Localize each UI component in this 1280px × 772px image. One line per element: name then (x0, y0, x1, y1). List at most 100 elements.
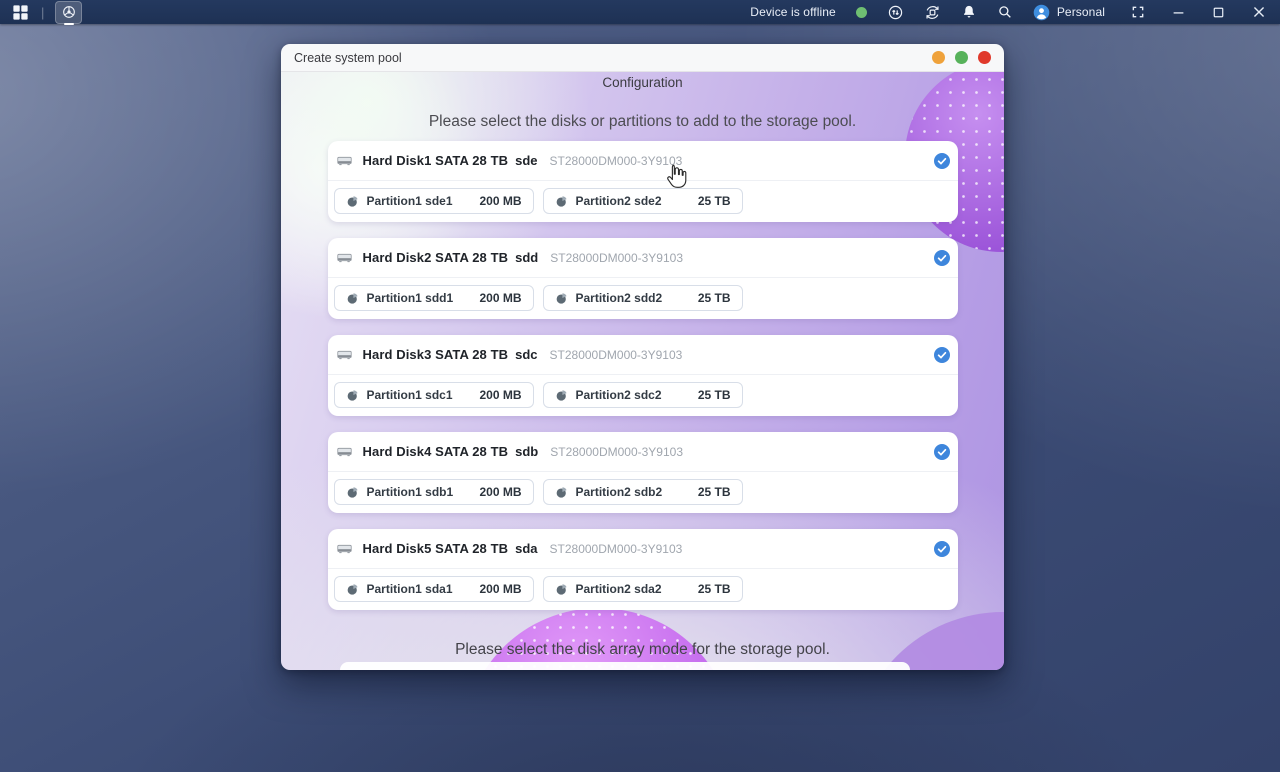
partition-pie-icon (346, 292, 359, 305)
partition-row: Partition1 sdb1 200 MB Partition2 sdb2 2… (328, 472, 958, 505)
taskbar-divider: | (41, 4, 45, 20)
partition-label: Partition2 sdd2 (575, 291, 663, 305)
partition-label: Partition2 sdb2 (575, 485, 663, 499)
window-title: Create system pool (294, 50, 402, 65)
disk-select-prompt: Please select the disks or partitions to… (428, 113, 857, 130)
selected-check-icon[interactable] (933, 540, 950, 557)
disk-card[interactable]: Hard Disk2 SATA 28 TB sdd ST28000DM000-3… (327, 238, 958, 319)
partition-size: 200 MB (479, 194, 522, 208)
partition-button[interactable]: Partition1 sdc1 200 MB (333, 382, 534, 408)
partition-pie-icon (555, 292, 568, 305)
partition-size: 200 MB (479, 582, 522, 596)
partition-button[interactable]: Partition1 sdd1 200 MB (333, 285, 534, 311)
storage-app-icon[interactable] (55, 0, 83, 25)
partition-pie-icon (346, 389, 359, 402)
status-green-dot-icon (855, 6, 867, 18)
partition-pie-icon (346, 195, 359, 208)
partition-pie-icon (555, 583, 568, 596)
disk-list: Hard Disk1 SATA 28 TB sde ST28000DM000-3… (327, 141, 958, 610)
partition-size: 25 TB (697, 485, 731, 499)
window-titlebar[interactable]: Create system pool (281, 44, 1004, 72)
partition-label: Partition1 sdd1 (366, 291, 454, 305)
partition-size: 25 TB (697, 388, 731, 402)
hard-disk-icon (336, 152, 353, 169)
partition-row: Partition1 sda1 200 MB Partition2 sda2 2… (328, 569, 958, 602)
hard-disk-icon (336, 540, 353, 557)
disk-device: sdd (515, 250, 539, 265)
partition-button[interactable]: Partition2 sdd2 25 TB (542, 285, 743, 311)
partition-button[interactable]: Partition1 sda1 200 MB (333, 576, 534, 602)
partition-row: Partition1 sde1 200 MB Partition2 sde2 2… (328, 181, 958, 214)
disk-device: sdc (515, 347, 538, 362)
fullscreen-icon[interactable] (1131, 5, 1145, 19)
partition-label: Partition1 sdc1 (366, 388, 453, 402)
sync-monitor-icon[interactable] (924, 4, 941, 21)
partition-button[interactable]: Partition2 sde2 25 TB (542, 188, 743, 214)
selected-check-icon[interactable] (933, 346, 950, 363)
disk-header: Hard Disk4 SATA 28 TB sdb ST28000DM000-3… (327, 432, 958, 472)
disk-model: ST28000DM000-3Y9103 (549, 347, 683, 362)
close-icon[interactable] (1252, 5, 1266, 19)
disk-card[interactable]: Hard Disk3 SATA 28 TB sdc ST28000DM000-3… (327, 335, 958, 416)
minimize-traffic-icon[interactable] (932, 51, 945, 64)
hard-disk-icon (336, 443, 353, 460)
partition-label: Partition2 sde2 (575, 194, 662, 208)
selected-check-icon[interactable] (933, 443, 950, 460)
active-app-indicator (63, 22, 74, 25)
taskbar: | Device is offline Personal (0, 0, 1280, 25)
disk-device: sde (515, 153, 538, 168)
partition-size: 200 MB (479, 388, 522, 402)
account-menu[interactable]: Personal (1033, 4, 1105, 21)
array-mode-prompt: Please select the disk array mode for th… (455, 641, 830, 658)
hard-disk-icon (336, 249, 353, 266)
partition-pie-icon (346, 583, 359, 596)
disk-model: ST28000DM000-3Y9103 (549, 153, 683, 168)
partition-button[interactable]: Partition2 sdb2 25 TB (542, 479, 743, 505)
disk-title: Hard Disk3 SATA 28 TB (362, 347, 509, 362)
partition-button[interactable]: Partition2 sdc2 25 TB (542, 382, 743, 408)
disk-title: Hard Disk1 SATA 28 TB (362, 153, 509, 168)
step-title: Configuration (602, 75, 683, 90)
disk-header: Hard Disk2 SATA 28 TB sdd ST28000DM000-3… (327, 238, 958, 278)
partition-label: Partition1 sdb1 (366, 485, 454, 499)
maximize-icon[interactable] (1212, 6, 1225, 19)
notifications-bell-icon[interactable] (961, 4, 977, 20)
partition-button[interactable]: Partition1 sdb1 200 MB (333, 479, 534, 505)
network-transfer-icon[interactable] (887, 4, 904, 21)
next-panel-peek (340, 662, 910, 670)
disk-model: ST28000DM000-3Y9103 (549, 541, 683, 556)
account-label: Personal (1056, 5, 1105, 19)
app-launcher-icon[interactable] (11, 3, 30, 22)
disk-card[interactable]: Hard Disk1 SATA 28 TB sde ST28000DM000-3… (327, 141, 958, 222)
partition-button[interactable]: Partition2 sda2 25 TB (542, 576, 743, 602)
disk-title: Hard Disk5 SATA 28 TB (362, 541, 509, 556)
partition-size: 25 TB (697, 194, 731, 208)
create-system-pool-window: Create system pool Configuration Please … (281, 44, 1004, 670)
disk-card[interactable]: Hard Disk5 SATA 28 TB sda ST28000DM000-3… (327, 529, 958, 610)
partition-size: 25 TB (697, 582, 731, 596)
partition-row: Partition1 sdc1 200 MB Partition2 sdc2 2… (328, 375, 958, 408)
disk-title: Hard Disk2 SATA 28 TB (362, 250, 509, 265)
selected-check-icon[interactable] (933, 152, 950, 169)
selected-check-icon[interactable] (933, 249, 950, 266)
disk-header: Hard Disk5 SATA 28 TB sda ST28000DM000-3… (327, 529, 958, 569)
disk-device: sda (515, 541, 538, 556)
maximize-traffic-icon[interactable] (955, 51, 968, 64)
minimize-icon[interactable] (1172, 6, 1185, 19)
partition-pie-icon (346, 486, 359, 499)
partition-label: Partition2 sda2 (575, 582, 662, 596)
partition-button[interactable]: Partition1 sde1 200 MB (333, 188, 534, 214)
close-traffic-icon[interactable] (978, 51, 991, 64)
disk-model: ST28000DM000-3Y9103 (550, 444, 684, 459)
partition-size: 25 TB (697, 291, 731, 305)
disk-card[interactable]: Hard Disk4 SATA 28 TB sdb ST28000DM000-3… (327, 432, 958, 513)
search-icon[interactable] (997, 4, 1013, 20)
disk-header: Hard Disk1 SATA 28 TB sde ST28000DM000-3… (327, 141, 958, 181)
partition-row: Partition1 sdd1 200 MB Partition2 sdd2 2… (328, 278, 958, 311)
device-status-text: Device is offline (750, 5, 836, 19)
partition-label: Partition2 sdc2 (575, 388, 662, 402)
dialog-body: Configuration Please select the disks or… (281, 72, 1004, 670)
disk-header: Hard Disk3 SATA 28 TB sdc ST28000DM000-3… (327, 335, 958, 375)
partition-pie-icon (555, 486, 568, 499)
partition-size: 200 MB (479, 485, 522, 499)
